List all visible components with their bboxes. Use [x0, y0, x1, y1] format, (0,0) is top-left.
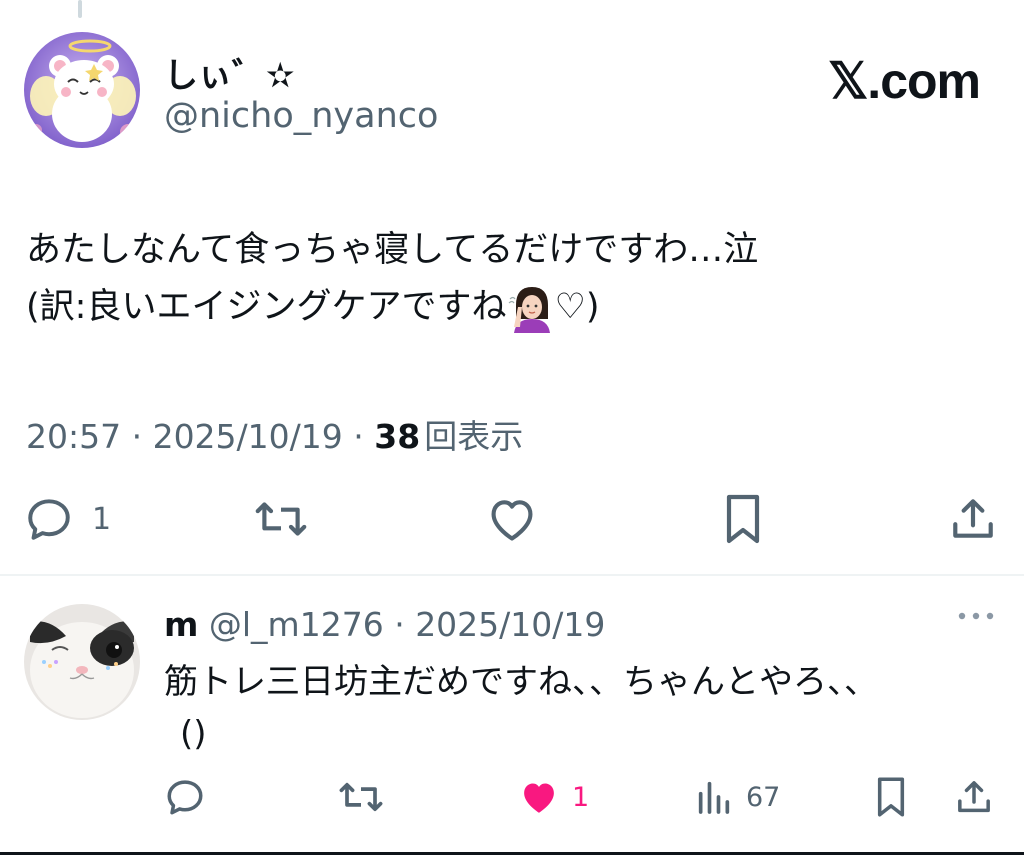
- reply-retweet-button[interactable]: [338, 770, 384, 824]
- post-text-line-1: あたしなんて食っちゃ寝してるだけですわ…泣: [26, 230, 759, 270]
- reply-author-name[interactable]: m: [164, 605, 198, 644]
- post-text-line-2a: (訳:良いエイジングケアですね: [26, 287, 507, 327]
- thread-connector: [78, 0, 82, 18]
- views-icon: [698, 781, 730, 814]
- like-filled-icon: [524, 783, 554, 813]
- cat-avatar-image: [24, 604, 140, 720]
- bookmark-icon: [726, 494, 760, 544]
- reply-bookmark-button[interactable]: [874, 770, 908, 824]
- reply-header: m @l_m1276 · 2025/10/19: [164, 605, 605, 644]
- share-button[interactable]: [948, 484, 998, 554]
- more-icon: [958, 612, 994, 620]
- reply-views-count: 67: [746, 781, 781, 813]
- x-com-logo: 𝕏.com: [828, 53, 981, 109]
- reply-icon: [167, 780, 203, 815]
- reply-author-handle[interactable]: @l_m1276: [209, 605, 384, 644]
- reply-date[interactable]: 2025/10/19: [415, 605, 605, 644]
- post-text-line-2: (訳:良いエイジングケアですね ♡): [26, 279, 758, 336]
- author-avatar[interactable]: [24, 32, 140, 148]
- reply-share-button[interactable]: [954, 770, 994, 824]
- author-name[interactable]: しぃ゛✫: [164, 48, 295, 97]
- like-icon: [491, 500, 533, 541]
- post-meta: 20:57 · 2025/10/19 · 38 回表示: [26, 410, 523, 458]
- like-button[interactable]: [486, 484, 538, 554]
- retweet-icon: [255, 502, 307, 536]
- reply-action-bar: 1 67: [0, 770, 1024, 824]
- section-divider: [0, 574, 1024, 576]
- reply-text: 筋トレ三日坊主だめですね、、ちゃんとやろ、、 (): [164, 656, 878, 760]
- view-count: 38: [374, 417, 421, 456]
- reply-author-avatar[interactable]: [24, 604, 140, 720]
- bookmark-icon: [877, 777, 905, 817]
- share-icon: [958, 781, 990, 813]
- more-options-button[interactable]: [956, 608, 996, 628]
- author-handle[interactable]: @nicho_nyanco: [164, 96, 438, 136]
- post-timestamp[interactable]: 20:57 · 2025/10/19 ·: [26, 417, 374, 456]
- hamster-angel-avatar-image: [24, 32, 140, 148]
- reply-text-line-2: (): [180, 714, 207, 754]
- post-action-bar: 1: [0, 484, 1024, 554]
- reply-reply-button[interactable]: [164, 770, 206, 824]
- reply-separator: ·: [394, 605, 405, 644]
- reply-views[interactable]: 67: [694, 770, 780, 824]
- reply-icon: [28, 499, 70, 540]
- reply-button[interactable]: 1: [24, 484, 111, 554]
- view-label: 回表示: [424, 417, 524, 456]
- post-text-line-2b: ♡): [554, 287, 600, 327]
- post-text: あたしなんて食っちゃ寝してるだけですわ…泣 (訳:良いエイジングケアですね ♡): [26, 222, 758, 336]
- reply-text-line-1: 筋トレ三日坊主だめですね、、ちゃんとやろ、、: [164, 662, 878, 702]
- woman-tipping-hand-emoji-icon: [508, 283, 552, 333]
- share-icon: [953, 499, 993, 538]
- retweet-icon: [339, 782, 383, 812]
- reply-count: 1: [92, 501, 112, 537]
- reply-like-count: 1: [572, 781, 590, 813]
- reply-like-button[interactable]: 1: [518, 770, 589, 824]
- retweet-button[interactable]: [254, 484, 308, 554]
- bookmark-button[interactable]: [722, 484, 764, 554]
